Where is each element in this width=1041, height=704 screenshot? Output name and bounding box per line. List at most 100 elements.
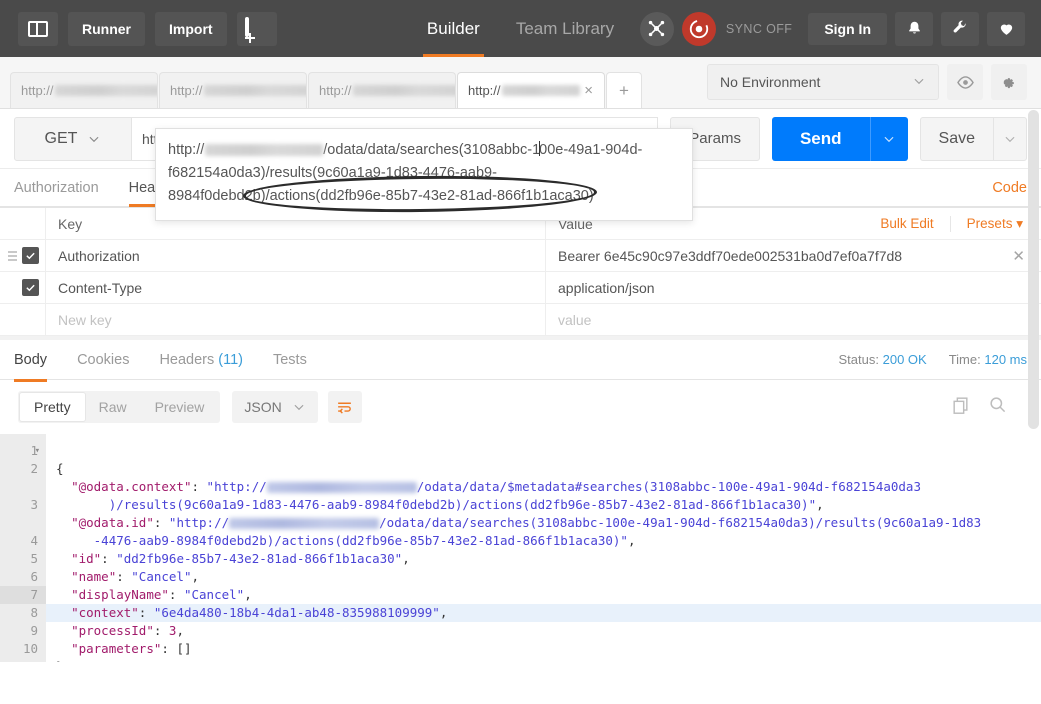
json-code[interactable]: { "@odata.context": "http:///odata/data/… (46, 434, 1041, 662)
view-mode-preview[interactable]: Preview (141, 393, 219, 421)
code-line: { (56, 461, 64, 476)
row-enabled-checkbox[interactable] (22, 279, 39, 296)
header-right-group: SYNC OFF Sign In (639, 11, 1041, 46)
request-tab-4-label: http:// (468, 83, 580, 98)
caret-down-icon: ▾ (1016, 215, 1023, 231)
response-tab-headers-label: Headers (159, 351, 215, 368)
response-tab-body[interactable]: Body (14, 338, 48, 382)
new-value-input[interactable]: value (546, 304, 1041, 335)
code-line: "context": "6e4da480-18b4-4da1-ab48-8359… (46, 604, 1041, 622)
code-line: "parameters": [] (71, 641, 192, 656)
line-number: 5 (30, 551, 38, 566)
chevron-down-icon (1005, 136, 1015, 142)
postman-window: Runner Import Builder Team Library SYNC … (0, 0, 1041, 704)
code-link[interactable]: Code (992, 180, 1027, 196)
send-button[interactable]: Send (771, 116, 870, 161)
environment-quick-look-button[interactable] (947, 64, 983, 100)
fold-toggle-icon[interactable]: ▾ (35, 442, 40, 460)
header-row-gutter (0, 208, 46, 239)
response-body-viewer[interactable]: ▾ 1 2 3 4 5 6 7 8 9 10 { "@odata.context"… (0, 434, 1041, 662)
view-mode-raw[interactable]: Raw (85, 393, 141, 421)
bell-icon (908, 21, 920, 34)
response-format-bar: Pretty Raw Preview JSON (0, 380, 1041, 434)
notifications-button[interactable] (895, 11, 933, 46)
manage-environments-button[interactable] (991, 64, 1027, 100)
tab-authorization[interactable]: Authorization (14, 169, 99, 207)
request-tab-1[interactable]: http:// (10, 72, 158, 108)
request-tabs: http:// http:// http:// http:// × + (0, 72, 642, 108)
tab-team-library[interactable]: Team Library (516, 0, 614, 57)
tab-builder[interactable]: Builder (422, 0, 484, 57)
line-number: 9 (30, 623, 38, 638)
import-button[interactable]: Import (155, 11, 227, 46)
import-label: Import (169, 20, 213, 37)
tab-authorization-label: Authorization (14, 179, 99, 196)
favorites-button[interactable] (987, 11, 1025, 46)
tab-builder-label: Builder (426, 18, 480, 38)
network-icon-button[interactable] (639, 11, 674, 46)
send-options-button[interactable] (869, 116, 908, 161)
response-language-select[interactable]: JSON (232, 391, 318, 423)
row-value-input[interactable]: Bearer 6e45c90c97e3ddf70ede002531ba0d7ef… (546, 240, 1041, 271)
table-new-row[interactable]: New key value (0, 304, 1041, 336)
drag-handle-icon[interactable] (8, 250, 17, 261)
request-tab-4[interactable]: http:// × (457, 72, 605, 108)
line-number: 8 (30, 605, 38, 620)
network-icon (649, 20, 665, 37)
sign-in-button[interactable]: Sign In (808, 12, 887, 45)
save-options-button[interactable] (993, 116, 1027, 161)
table-row[interactable]: Content-Type application/json (0, 272, 1041, 304)
environment-selected-label: No Environment (720, 74, 821, 90)
presets-button[interactable]: Presets ▾ (967, 216, 1023, 232)
sidebar-toggle-button[interactable] (18, 11, 58, 46)
line-number-gutter: ▾ 1 2 3 4 5 6 7 8 9 10 (0, 434, 46, 662)
url-autocomplete-dropdown[interactable]: http:// /odata/data/searches(3108abbc-100… (155, 128, 693, 221)
sidebar-icon (28, 20, 48, 37)
code-line: "processId": 3, (71, 623, 184, 638)
close-tab-icon[interactable]: × (581, 82, 596, 99)
response-language-label: JSON (244, 399, 282, 415)
url-dd-line1-tail: 00e-49a1-904d- (539, 142, 643, 158)
http-method-select[interactable]: GET (14, 116, 132, 161)
response-tab-headers[interactable]: Headers (11) (159, 338, 243, 382)
row-key-input[interactable]: Content-Type (46, 272, 546, 303)
search-button[interactable] (988, 395, 1007, 419)
view-mode-pretty[interactable]: Pretty (20, 393, 85, 421)
url-dd-line3-head: 8984f0debd2b (168, 188, 261, 204)
word-wrap-button[interactable] (327, 391, 362, 423)
sync-status-button[interactable] (681, 11, 716, 46)
add-request-tab-button[interactable]: + (606, 72, 642, 108)
line-number: 4 (30, 533, 38, 548)
new-tab-button[interactable] (236, 11, 277, 46)
row-key-input[interactable]: Authorization (46, 240, 546, 271)
response-tab-cookies-label: Cookies (77, 351, 130, 368)
response-tab-tests[interactable]: Tests (273, 338, 307, 382)
chevron-down-icon (89, 136, 99, 142)
chevron-down-icon (912, 74, 926, 91)
bulk-edit-button[interactable]: Bulk Edit (880, 216, 933, 231)
row-key-text: Content-Type (58, 279, 143, 296)
code-line: -4476-aab9-8984f0debd2b)/actions(dd2fb96… (93, 533, 636, 548)
row-value-input[interactable]: application/json (546, 272, 1041, 303)
row-enabled-checkbox[interactable] (22, 247, 39, 264)
settings-wrench-button[interactable] (941, 11, 979, 46)
request-tab-strip: http:// http:// http:// http:// × + No E… (0, 57, 1041, 109)
table-row[interactable]: Authorization Bearer 6e45c90c97e3ddf70ed… (0, 240, 1041, 272)
response-meta: Status: 200 OK Time: 120 ms (839, 352, 1027, 367)
row-value-text: Bearer 6e45c90c97e3ddf70ede002531ba0d7ef… (558, 247, 903, 264)
save-button[interactable]: Save (919, 116, 993, 161)
vertical-scrollbar[interactable] (1028, 110, 1039, 429)
new-value-placeholder: value (558, 311, 592, 328)
status-value: 200 OK (882, 352, 927, 367)
copy-button[interactable] (951, 395, 970, 419)
send-button-group: Send (771, 116, 908, 161)
runner-button[interactable]: Runner (68, 11, 145, 46)
line-number: 3 (30, 497, 38, 512)
code-line: } (56, 658, 1041, 662)
request-tab-3[interactable]: http:// (308, 72, 456, 108)
line-number: 2 (30, 461, 38, 476)
request-tab-2[interactable]: http:// (159, 72, 307, 108)
environment-select[interactable]: No Environment (707, 64, 939, 100)
new-key-input[interactable]: New key (46, 304, 546, 335)
response-tab-cookies[interactable]: Cookies (77, 338, 129, 382)
